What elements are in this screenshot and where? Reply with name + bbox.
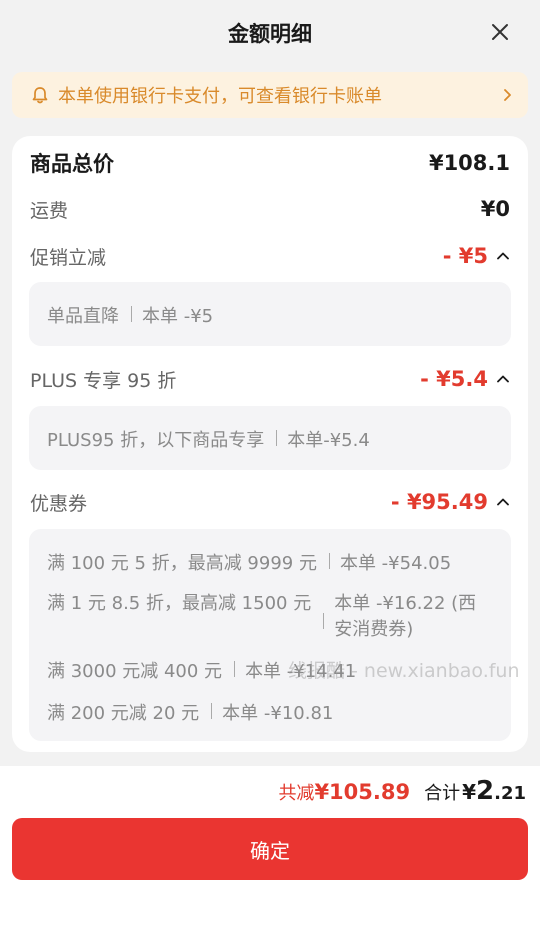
promo-label: 促销立减 [30, 246, 107, 269]
plus-detail-box: PLUS95 折，以下商品专享 本单-¥5.4 [29, 406, 511, 470]
plus-amount: - ¥5.4 [420, 367, 510, 391]
confirm-button[interactable]: 确定 [12, 818, 528, 880]
bell-icon [32, 87, 48, 104]
divider [131, 306, 132, 322]
coupon-row[interactable]: 优惠券 - ¥95.49 [30, 487, 510, 517]
promo-detail-box: 单品直降 本单 -¥5 [29, 282, 511, 346]
detail-desc: 满 3000 元减 400 元 [47, 661, 223, 682]
plus-row[interactable]: PLUS 专享 95 折 - ¥5.4 [30, 364, 510, 394]
detail-desc: 满 200 元减 20 元 [47, 703, 200, 724]
detail-value: 本单-¥5.4 [287, 430, 370, 451]
sum-currency: ¥ [462, 780, 477, 804]
promo-detail-line: 单品直降 本单 -¥5 [47, 302, 497, 328]
detail-value: 本单 -¥10.81 [222, 703, 334, 724]
total-price-label: 商品总价 [30, 152, 114, 176]
bank-card-notice[interactable]: 本单使用银行卡支付，可查看银行卡账单 [12, 72, 528, 118]
divider [323, 613, 325, 629]
coupon-value: - ¥95.49 [390, 490, 488, 514]
close-button[interactable] [488, 20, 512, 44]
detail-desc: 满 1 元 8.5 折，最高减 1500 元 [47, 593, 312, 614]
detail-value: 本单 -¥16.22 (西安消费券) [334, 593, 477, 640]
divider [211, 703, 213, 719]
reduce-label: 共减 [278, 783, 315, 804]
footer-bar: 共减 ¥105.89 合计 ¥ 2 .21 确定 [0, 766, 540, 934]
plus-label: PLUS 专享 95 折 [30, 369, 177, 392]
coupon-detail-line: 满 100 元 5 折，最高减 9999 元 本单 -¥54.05 [47, 549, 497, 575]
chevron-up-icon[interactable] [496, 372, 510, 386]
promo-row[interactable]: 促销立减 - ¥5 [30, 241, 510, 271]
chevron-up-icon[interactable] [496, 495, 510, 509]
notice-text: 本单使用银行卡支付，可查看银行卡账单 [58, 86, 382, 107]
detail-value: 本单 -¥5 [142, 306, 214, 327]
watermark: 线报酷 - new.xianbao.fun [288, 660, 520, 682]
coupon-detail-line: 满 1 元 8.5 折，最高减 1500 元 本单 -¥16.22 (西安消费券… [47, 591, 497, 643]
close-icon [492, 24, 508, 40]
page-title: 金额明细 [228, 22, 312, 46]
plus-value: - ¥5.4 [420, 367, 488, 391]
coupon-label: 优惠券 [30, 492, 88, 515]
sum-integer: 2 [476, 776, 495, 806]
divider [328, 553, 330, 569]
total-price-value: ¥108.1 [428, 151, 510, 175]
detail-desc: 单品直降 [47, 306, 119, 327]
chevron-right-icon [504, 89, 511, 101]
promo-value: - ¥5 [442, 244, 488, 268]
chevron-up-icon[interactable] [496, 249, 510, 263]
sum-decimal: .21 [494, 783, 526, 804]
sum-label: 合计 [424, 783, 461, 804]
shipping-value: ¥0 [480, 197, 510, 221]
divider [234, 661, 236, 677]
coupon-detail-line: 满 200 元减 20 元 本单 -¥10.81 [47, 699, 497, 725]
shipping-row: 运费 ¥0 [30, 194, 510, 224]
divider [276, 430, 278, 446]
shipping-label: 运费 [30, 199, 69, 222]
detail-desc: PLUS95 折，以下商品专享 [47, 430, 265, 451]
reduce-value: ¥105.89 [314, 780, 411, 804]
coupon-detail-box: 满 100 元 5 折，最高减 9999 元 本单 -¥54.05 满 1 元 … [29, 529, 511, 741]
detail-desc: 满 100 元 5 折，最高减 9999 元 [47, 553, 317, 574]
total-price-row: 商品总价 ¥108.1 [30, 148, 510, 178]
promo-amount: - ¥5 [443, 244, 510, 268]
totals: 共减 ¥105.89 合计 ¥ 2 .21 [278, 776, 526, 806]
coupon-amount: - ¥95.49 [391, 490, 510, 514]
plus-detail-line: PLUS95 折，以下商品专享 本单-¥5.4 [47, 426, 497, 452]
detail-value: 本单 -¥54.05 [339, 553, 452, 574]
modal-header: 金额明细 [0, 0, 540, 66]
